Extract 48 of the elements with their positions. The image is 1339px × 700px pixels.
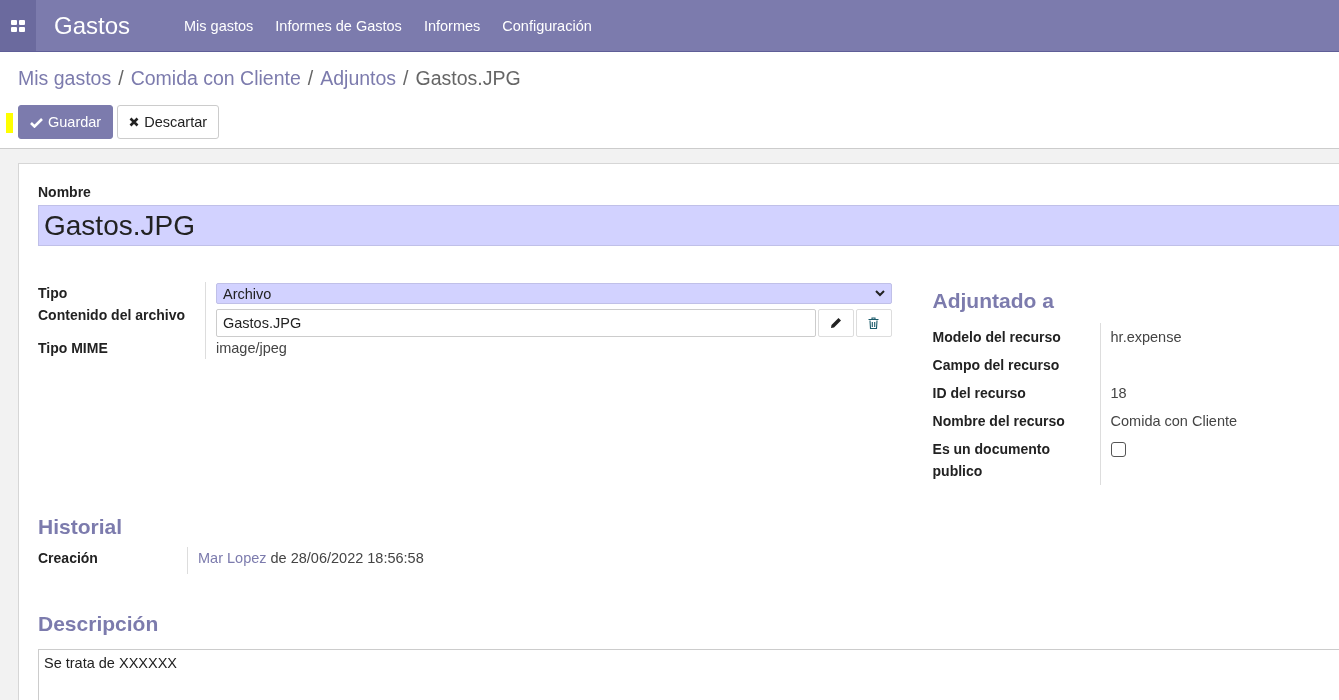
breadcrumb-separator: / bbox=[307, 66, 314, 90]
menu-item[interactable]: Configuración bbox=[502, 17, 592, 34]
grid-icon bbox=[11, 19, 25, 32]
public-checkbox[interactable] bbox=[1110, 442, 1126, 457]
field-label: Tipo bbox=[38, 282, 206, 304]
field-label: Nombre del recurso bbox=[932, 407, 1101, 435]
breadcrumb-separator: / bbox=[118, 66, 124, 90]
menu-item[interactable]: Informes bbox=[423, 17, 481, 34]
name-input[interactable]: Gastos.JPG bbox=[38, 205, 1339, 246]
user-link[interactable]: Mar Lopez bbox=[198, 550, 267, 566]
field-value: 18 bbox=[1110, 384, 1127, 403]
field-label: Modelo del recurso bbox=[932, 323, 1101, 351]
chevron-down-icon bbox=[874, 290, 885, 297]
field-label: Es un documento publico bbox=[932, 435, 1101, 485]
breadcrumb-separator: / bbox=[403, 66, 409, 90]
field-label: Nombre bbox=[38, 184, 92, 200]
field-label: ID del recurso bbox=[932, 379, 1101, 407]
menu-item[interactable]: Informes de Gastos bbox=[275, 17, 402, 34]
description-textarea[interactable]: Se trata de XXXXXX bbox=[38, 649, 1339, 700]
type-select[interactable]: Archivo bbox=[216, 283, 892, 304]
breadcrumb-current: Gastos.JPG bbox=[415, 66, 521, 90]
breadcrumb-link[interactable]: Adjuntos bbox=[320, 66, 397, 90]
breadcrumb-link[interactable]: Comida con Cliente bbox=[130, 66, 301, 90]
edit-button[interactable] bbox=[817, 309, 854, 337]
highlight-mark bbox=[6, 113, 13, 133]
check-icon bbox=[30, 116, 43, 128]
section-title: Adjuntado a bbox=[932, 289, 1055, 313]
field-label: Tipo MIME bbox=[38, 337, 206, 359]
apps-menu-button[interactable] bbox=[0, 0, 36, 51]
section-title: Descripción bbox=[38, 612, 160, 636]
discard-button[interactable]: Descartar bbox=[117, 105, 220, 139]
menu-item[interactable]: Mis gastos bbox=[184, 17, 254, 34]
field-value: hr.expense bbox=[1110, 328, 1182, 347]
field-label: Contenido del archivo bbox=[38, 304, 206, 337]
field-value: image/jpeg bbox=[216, 339, 287, 358]
save-button[interactable]: Guardar bbox=[18, 105, 114, 139]
section-title: Historial bbox=[38, 515, 124, 539]
creation-info: Mar Lopez de 28/06/2022 18:56:58 bbox=[198, 549, 424, 568]
file-name-input[interactable]: Gastos.JPG bbox=[216, 309, 816, 337]
field-label: Campo del recurso bbox=[932, 351, 1101, 379]
breadcrumb-link[interactable]: Mis gastos bbox=[18, 66, 112, 90]
delete-button[interactable] bbox=[855, 309, 892, 337]
app-name: Gastos bbox=[54, 11, 131, 40]
field-label: Creación bbox=[38, 547, 188, 574]
trash-icon bbox=[868, 317, 880, 329]
close-icon bbox=[129, 117, 140, 127]
pencil-icon bbox=[829, 317, 842, 329]
field-value: Comida con Cliente bbox=[1110, 412, 1238, 431]
